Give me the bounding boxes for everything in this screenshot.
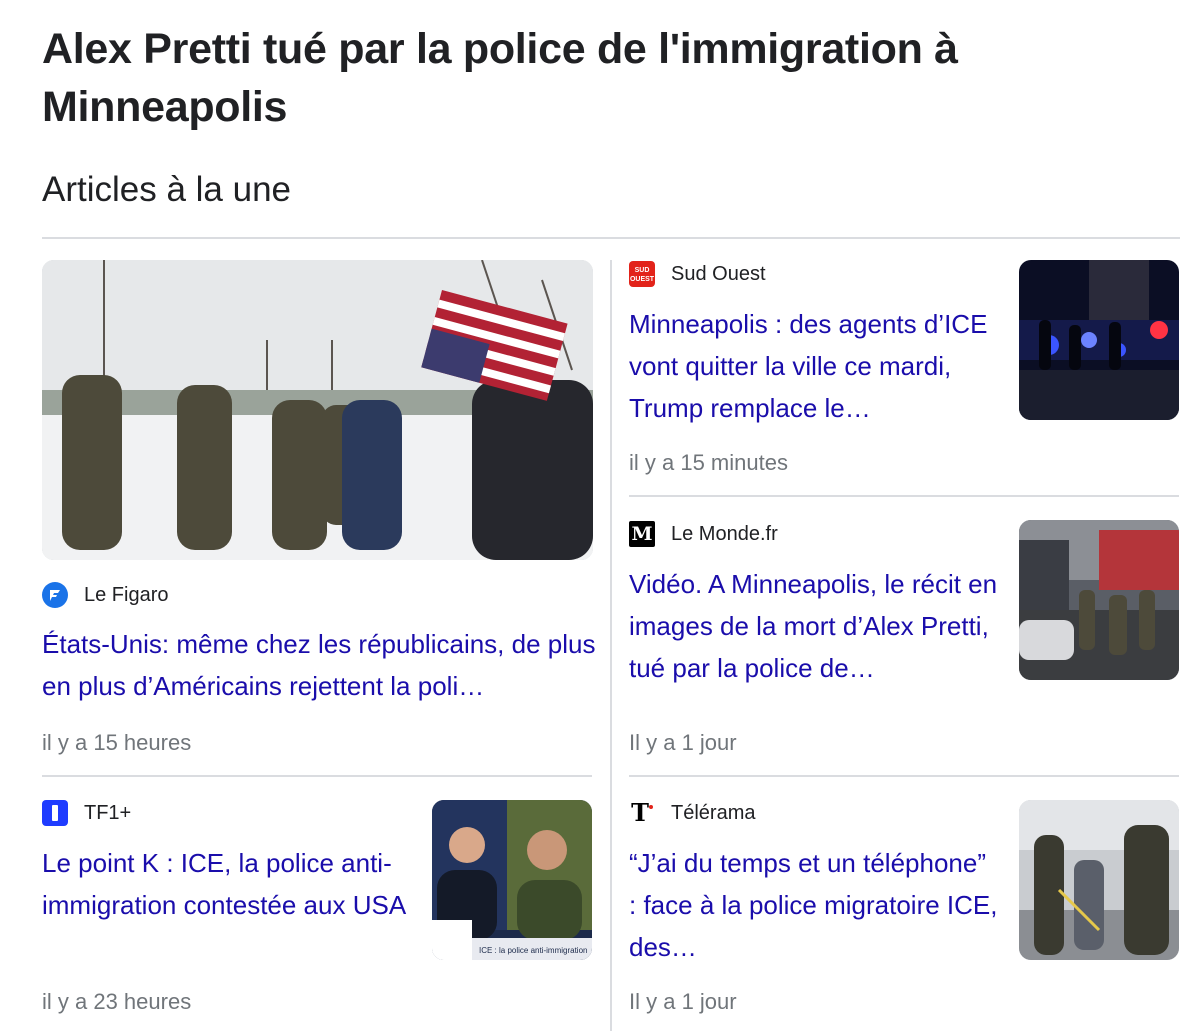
article-headline-link[interactable]: “J’ai du temps et un téléphone” : face à… [629, 842, 999, 968]
le-monde-logo: M [629, 521, 655, 547]
article-timestamp: Il y a 1 jour [629, 989, 737, 1014]
row-divider [42, 775, 592, 777]
source-name: Télérama [671, 801, 756, 824]
section-title: Articles à la une [42, 170, 292, 209]
le-figaro-logo [42, 582, 68, 608]
article-source: T Télérama [629, 800, 755, 826]
article-source: Le Figaro [42, 582, 169, 608]
article-source: TF1+ [42, 800, 131, 826]
article-headline-link[interactable]: Le point K : ICE, la police anti-immigra… [42, 842, 412, 926]
svg-text:SUD: SUD [635, 267, 650, 274]
source-name: Le Monde.fr [671, 522, 778, 545]
source-name: Le Figaro [84, 583, 169, 606]
article-timestamp: il y a 15 heures [42, 730, 192, 755]
section-divider [42, 237, 1180, 239]
article-timestamp: Il y a 1 jour [629, 730, 737, 755]
telerama-logo: T [629, 800, 655, 826]
tf1-logo [42, 800, 68, 826]
page-title: Alex Pretti tué par la police de l'immig… [42, 25, 958, 131]
row-divider [629, 775, 1179, 777]
article-timestamp: il y a 23 heures [42, 989, 192, 1014]
article-thumbnail-soldiers-flag[interactable] [42, 260, 593, 560]
article-thumbnail-armed-agents[interactable] [1019, 800, 1179, 960]
article-thumbnail-tv-studio[interactable]: ICE : la police anti-immigration [432, 800, 592, 960]
article-headline-link[interactable]: Vidéo. A Minneapolis, le récit en images… [629, 563, 999, 689]
article-headline-link[interactable]: États-Unis: même chez les républicains, … [42, 623, 602, 707]
svg-text:OUEST: OUEST [630, 276, 655, 283]
article-timestamp: il y a 15 minutes [629, 450, 788, 475]
column-divider [610, 260, 612, 1031]
article-source: M Le Monde.fr [629, 521, 778, 547]
article-source: SUD OUEST Sud Ouest [629, 261, 766, 287]
article-thumbnail-street-scene[interactable] [1019, 520, 1179, 680]
sud-ouest-logo: SUD OUEST [629, 261, 655, 287]
thumbnail-caption: ICE : la police anti-immigration [479, 946, 587, 955]
article-headline-link[interactable]: Minneapolis : des agents d’ICE vont quit… [629, 303, 999, 429]
source-name: TF1+ [84, 801, 132, 824]
row-divider [629, 495, 1179, 497]
article-thumbnail-night-police[interactable] [1019, 260, 1179, 420]
source-name: Sud Ouest [671, 262, 766, 285]
